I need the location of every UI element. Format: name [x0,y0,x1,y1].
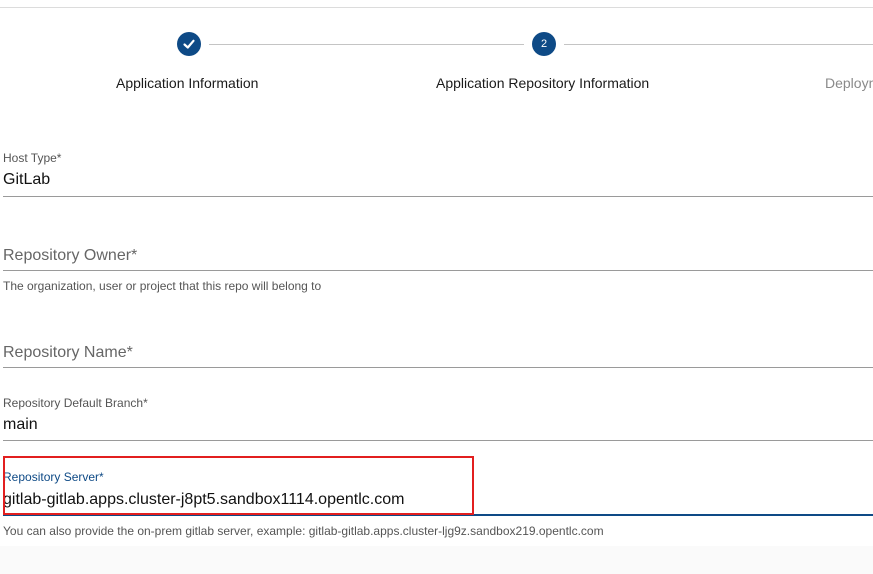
repository-owner-placeholder: Repository Owner* [3,247,138,264]
host-type-label: Host Type* [3,151,62,165]
host-type-value: GitLab [3,171,51,188]
repository-owner-helper: The organization, user or project that t… [3,279,322,293]
repository-owner-field[interactable]: Repository Owner* The organization, user… [3,247,873,307]
repository-default-branch-label: Repository Default Branch* [3,396,148,410]
repository-owner-underline [3,270,873,271]
step-1-complete[interactable] [177,32,201,56]
repository-default-branch-underline [3,440,873,441]
step-connector-2 [564,44,873,45]
stepper: 2 Application Information Application Re… [0,8,873,108]
repository-name-field[interactable]: Repository Name* [3,344,873,372]
step-1-label: Application Information [116,75,259,91]
repository-name-placeholder: Repository Name* [3,344,133,361]
repository-default-branch-value: main [3,416,38,433]
step-2-label: Application Repository Information [436,75,650,91]
highlight-annotation-box [3,456,474,515]
repository-server-helper: You can also provide the on-prem gitlab … [3,524,604,538]
top-divider [0,0,873,8]
bottom-area [0,546,873,574]
step-3-label: Deploym [825,75,873,91]
host-type-underline [3,196,873,197]
step-2-active[interactable]: 2 [532,32,556,56]
host-type-field[interactable]: Host Type* GitLab [3,151,873,199]
repository-default-branch-field[interactable]: Repository Default Branch* main [3,396,873,444]
step-2-number: 2 [540,38,548,50]
repository-name-underline [3,367,873,368]
check-icon [183,39,195,49]
step-connector-1 [209,44,524,45]
